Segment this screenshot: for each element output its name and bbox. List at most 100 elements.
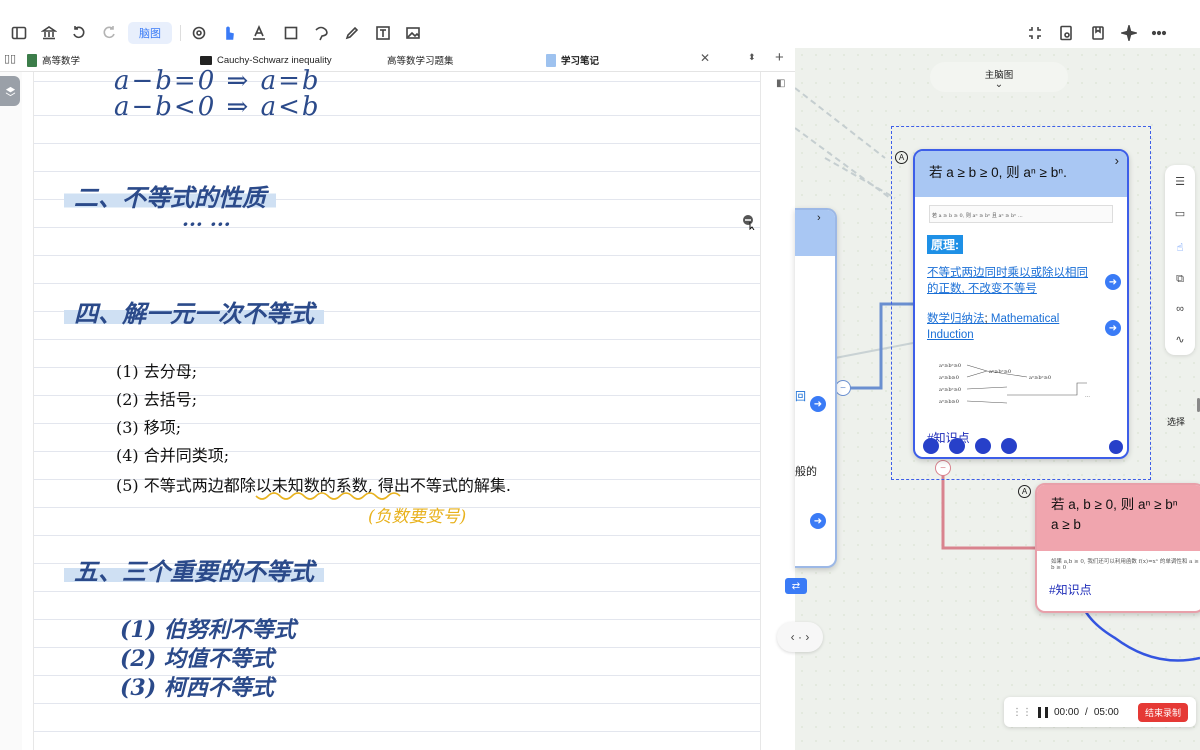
svg-text:aⁿ≥bⁿ≥0: aⁿ≥bⁿ≥0 xyxy=(939,363,961,369)
notebook-page[interactable]: a−b=0 ⇒ a=b a−b<0 ⇒ a<b 二、不等式的性质 ··· ···… xyxy=(33,66,761,750)
tab-exercise-set[interactable]: 高等数学习题集 xyxy=(387,48,454,72)
bookmark-icon[interactable] xyxy=(1087,22,1109,44)
note-negative-flip: (负数要变号) xyxy=(368,507,467,527)
comment-icon[interactable] xyxy=(923,438,939,454)
mindmap-button[interactable]: 脑图 xyxy=(128,22,172,44)
open-link-icon[interactable]: ➜ xyxy=(810,396,826,412)
add-tab-icon[interactable]: + xyxy=(775,49,784,66)
inequality-cauchy: (3) 柯西不等式 xyxy=(120,675,274,701)
induction-link[interactable]: 数学归纳法; Mathematical Induction xyxy=(927,311,1099,343)
pen-icon[interactable] xyxy=(341,22,363,44)
close-tab-icon[interactable]: ✕ xyxy=(700,51,710,65)
link-card-icon[interactable] xyxy=(949,438,965,454)
top-toolbar: 脑图 xyxy=(0,0,1200,48)
copy-icon[interactable]: ⧉ xyxy=(1173,273,1187,287)
open-link-icon[interactable]: ➜ xyxy=(1105,320,1121,336)
tab-study-notes[interactable]: 学习笔记 xyxy=(546,48,599,72)
principle-label: 原理: xyxy=(927,235,963,254)
ai-sparkle-icon[interactable] xyxy=(1001,438,1017,454)
recording-total: 05:00 xyxy=(1093,706,1119,718)
library-icon[interactable] xyxy=(38,22,60,44)
svg-text:aⁿ≥bⁿ≥0: aⁿ≥bⁿ≥0 xyxy=(989,369,1011,375)
induction-diagram: aⁿ≥bⁿ≥0 aⁿ≥b≥0 aⁿ≥bⁿ≥0 aⁿ≥b≥0 aⁿ≥bⁿ≥0 aⁿ≥bⁿ… xyxy=(939,363,1090,405)
mindmap-card-pink[interactable]: 若 a, b ≥ 0, 则 aⁿ ≥ bⁿ a ≥ b 如果 a,b ≥ 0, … xyxy=(1035,483,1200,613)
toggle-icon[interactable] xyxy=(975,438,991,454)
drag-handle-icon[interactable]: ⋮⋮ xyxy=(1012,707,1032,718)
sidebar-toggle-icon[interactable] xyxy=(8,22,30,44)
image-icon[interactable] xyxy=(402,22,424,44)
toolbar-divider xyxy=(180,25,181,41)
link-icon[interactable]: ∞ xyxy=(1173,303,1187,317)
page-nav-pill[interactable]: ‹ · › xyxy=(777,622,823,652)
undo-icon[interactable] xyxy=(68,22,90,44)
swap-icon[interactable]: ⇄ xyxy=(785,578,807,594)
step-4: (4) 合并同类项; xyxy=(116,446,230,465)
layers-button[interactable] xyxy=(0,76,20,106)
ai-sparkle-icon[interactable] xyxy=(1118,22,1140,44)
panel-toggle-icon[interactable]: ◧ xyxy=(776,78,785,89)
collapse-node-icon[interactable]: − xyxy=(835,380,851,396)
rectangle-icon[interactable] xyxy=(280,22,302,44)
chevron-right-icon[interactable]: › xyxy=(1115,153,1119,168)
outline-list-icon[interactable]: ☰ xyxy=(1173,175,1187,189)
redo-icon[interactable] xyxy=(98,22,120,44)
left-rail xyxy=(0,72,22,750)
open-link-icon[interactable]: ➜ xyxy=(810,513,826,529)
open-link-icon[interactable]: ➜ xyxy=(1105,274,1121,290)
card-fragment: 般的 xyxy=(795,466,817,478)
svg-text:…: … xyxy=(1085,393,1090,399)
step-3: (3) 移项; xyxy=(116,418,182,437)
stop-recording-button[interactable]: 结束录制 xyxy=(1137,702,1188,722)
recording-bar: ⋮⋮ 00:00 / 05:00 结束录制 xyxy=(1004,697,1196,727)
hand-pointer-icon[interactable] xyxy=(218,22,240,44)
card-title: 若 a ≥ b ≥ 0, 则 aⁿ ≥ bⁿ. xyxy=(915,151,1127,197)
squiggle-icon[interactable]: ∿ xyxy=(1173,333,1187,347)
lasso-select-icon[interactable] xyxy=(310,22,332,44)
tab-sort-icon[interactable]: ⬍ xyxy=(748,52,756,63)
text-color-icon[interactable] xyxy=(248,22,270,44)
card-header xyxy=(795,210,835,256)
mindmap-side-toolbar: ☰ ▭ ☝ ⧉ ∞ ∿ xyxy=(1165,165,1195,355)
layout-icon[interactable]: ▭ xyxy=(1173,207,1187,221)
node-anchor-icon[interactable]: A xyxy=(895,151,908,164)
thumbnail-text: 若 a ≥ b ≥ 0, 则 aⁿ ≥ bⁿ 且 aⁿ ≥ bⁿ ... xyxy=(932,213,1023,219)
svg-text:aⁿ≥bⁿ≥0: aⁿ≥bⁿ≥0 xyxy=(1029,375,1051,381)
tab-label: 学习笔记 xyxy=(561,56,600,67)
layers-icon xyxy=(5,86,15,96)
hand-pointer-icon[interactable]: ☝ xyxy=(1173,241,1187,255)
inequality-mean: (2) 均值不等式 xyxy=(120,646,274,672)
resize-handle-icon[interactable] xyxy=(1109,440,1123,454)
document-search-icon[interactable] xyxy=(1055,22,1077,44)
document-icon xyxy=(200,55,212,65)
chevron-right-icon[interactable]: › xyxy=(817,212,821,224)
text-box-icon[interactable] xyxy=(372,22,394,44)
mindmap-canvas[interactable]: 主脑图 ⌄ − − 回 般的 ➜ ➜ › A A 若 a ≥ b ≥ 0, 则 … xyxy=(777,48,1200,750)
pause-icon[interactable] xyxy=(1038,706,1048,718)
mindmap-card-selected[interactable]: 若 a ≥ b ≥ 0, 则 aⁿ ≥ bⁿ. › 若 a ≥ b ≥ 0, 则… xyxy=(913,149,1129,459)
tab-label: Cauchy-Schwarz inequality xyxy=(217,54,332,66)
card-action-bar xyxy=(923,438,1017,454)
card-body-text: 如果 a,b ≥ 0, 我们还可以利用函数 f(x)=xⁿ 的单调性和 a ≥ … xyxy=(1051,559,1199,571)
notebook-icon xyxy=(546,53,556,67)
content-thumbnail[interactable]: 若 a ≥ b ≥ 0, 则 aⁿ ≥ bⁿ 且 aⁿ ≥ bⁿ ... xyxy=(929,205,1113,223)
lasso-icon[interactable] xyxy=(188,22,210,44)
link-text: 数学归纳法 xyxy=(927,313,985,325)
fullscreen-icon[interactable] xyxy=(1024,22,1046,44)
step-2: (2) 去括号; xyxy=(116,390,198,409)
principle-link[interactable]: 不等式两边同时乘以或除以相同的正数, 不改变不等号 xyxy=(927,265,1099,297)
knowledge-tag[interactable]: #知识点 xyxy=(1049,581,1092,598)
more-icon[interactable] xyxy=(1148,22,1170,44)
svg-text:aⁿ≥b≥0: aⁿ≥b≥0 xyxy=(939,375,959,381)
tab-label: 高等数学 xyxy=(42,56,81,67)
inequality-bernoulli: (1) 伯努利不等式 xyxy=(120,617,296,643)
node-anchor-icon[interactable]: A xyxy=(1018,485,1031,498)
step-1: (1) 去分母; xyxy=(116,362,198,381)
mindmap-card-partial[interactable]: 回 般的 ➜ ➜ › xyxy=(795,208,837,568)
tab-label: 高等数学习题集 xyxy=(387,56,454,67)
card-fragment: 回 xyxy=(795,391,806,403)
split-view-icon[interactable]: ▯▯ xyxy=(4,52,16,65)
select-label[interactable]: 选择 xyxy=(1167,415,1185,428)
tab-higher-math[interactable]: 高等数学 xyxy=(27,48,80,72)
card-title-line: a ≥ b xyxy=(1051,517,1081,532)
card-title: 若 a, b ≥ 0, 则 aⁿ ≥ bⁿ a ≥ b xyxy=(1037,485,1200,551)
